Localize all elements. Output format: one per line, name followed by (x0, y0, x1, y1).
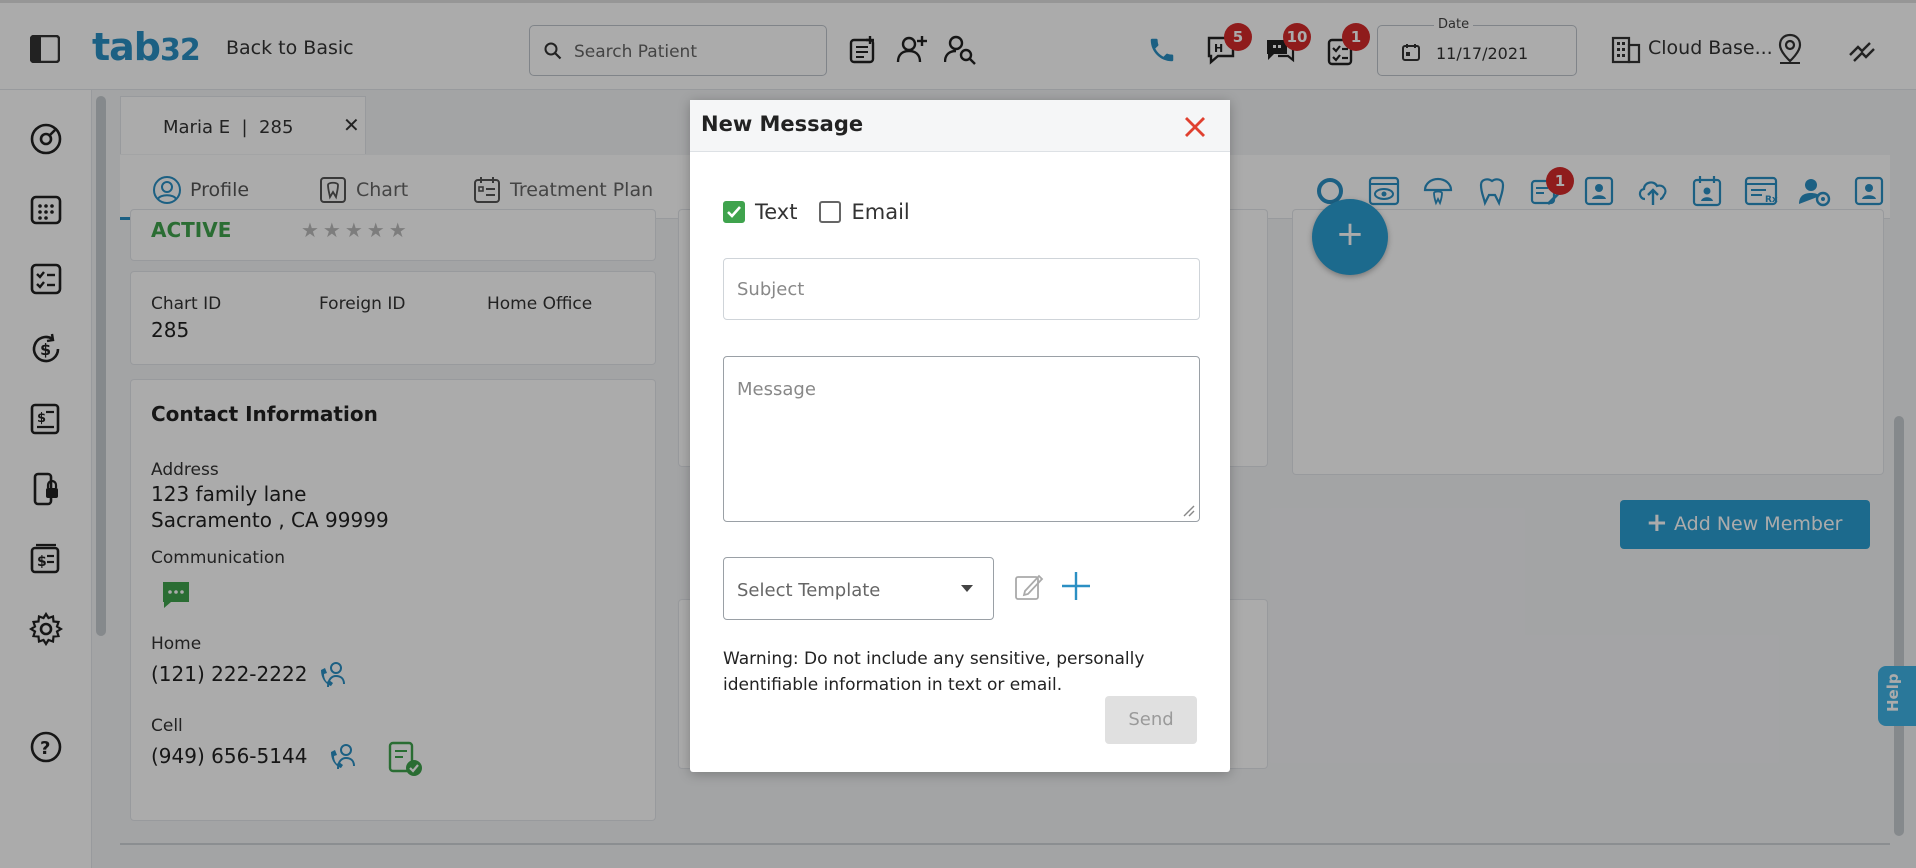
resize-handle-icon[interactable] (1181, 503, 1195, 517)
send-button[interactable]: Send (1105, 696, 1197, 744)
message-textarea[interactable]: Message (723, 356, 1200, 522)
email-checkbox-label[interactable]: Email (851, 200, 909, 224)
checkmark-icon (727, 206, 741, 218)
edit-template-icon[interactable] (1014, 572, 1044, 602)
chevron-down-icon (961, 585, 973, 592)
subject-input[interactable]: Subject (723, 258, 1200, 320)
dialog-header: New Message (690, 100, 1230, 152)
message-placeholder: Message (737, 379, 816, 400)
dialog-title: New Message (701, 112, 864, 136)
close-icon[interactable] (1182, 114, 1208, 140)
email-checkbox[interactable] (819, 201, 842, 223)
text-checkbox[interactable] (723, 201, 745, 223)
sensitive-info-warning: Warning: Do not include any sensitive, p… (723, 649, 1145, 695)
select-template-dropdown[interactable]: Select Template (723, 557, 994, 620)
select-template-placeholder: Select Template (737, 580, 881, 601)
subject-placeholder: Subject (737, 279, 805, 300)
new-message-dialog: New Message Text Email Subject Message S… (690, 100, 1230, 772)
add-template-icon[interactable] (1060, 570, 1092, 602)
text-checkbox-label[interactable]: Text (755, 200, 797, 224)
channel-options: Text Email (723, 200, 932, 224)
